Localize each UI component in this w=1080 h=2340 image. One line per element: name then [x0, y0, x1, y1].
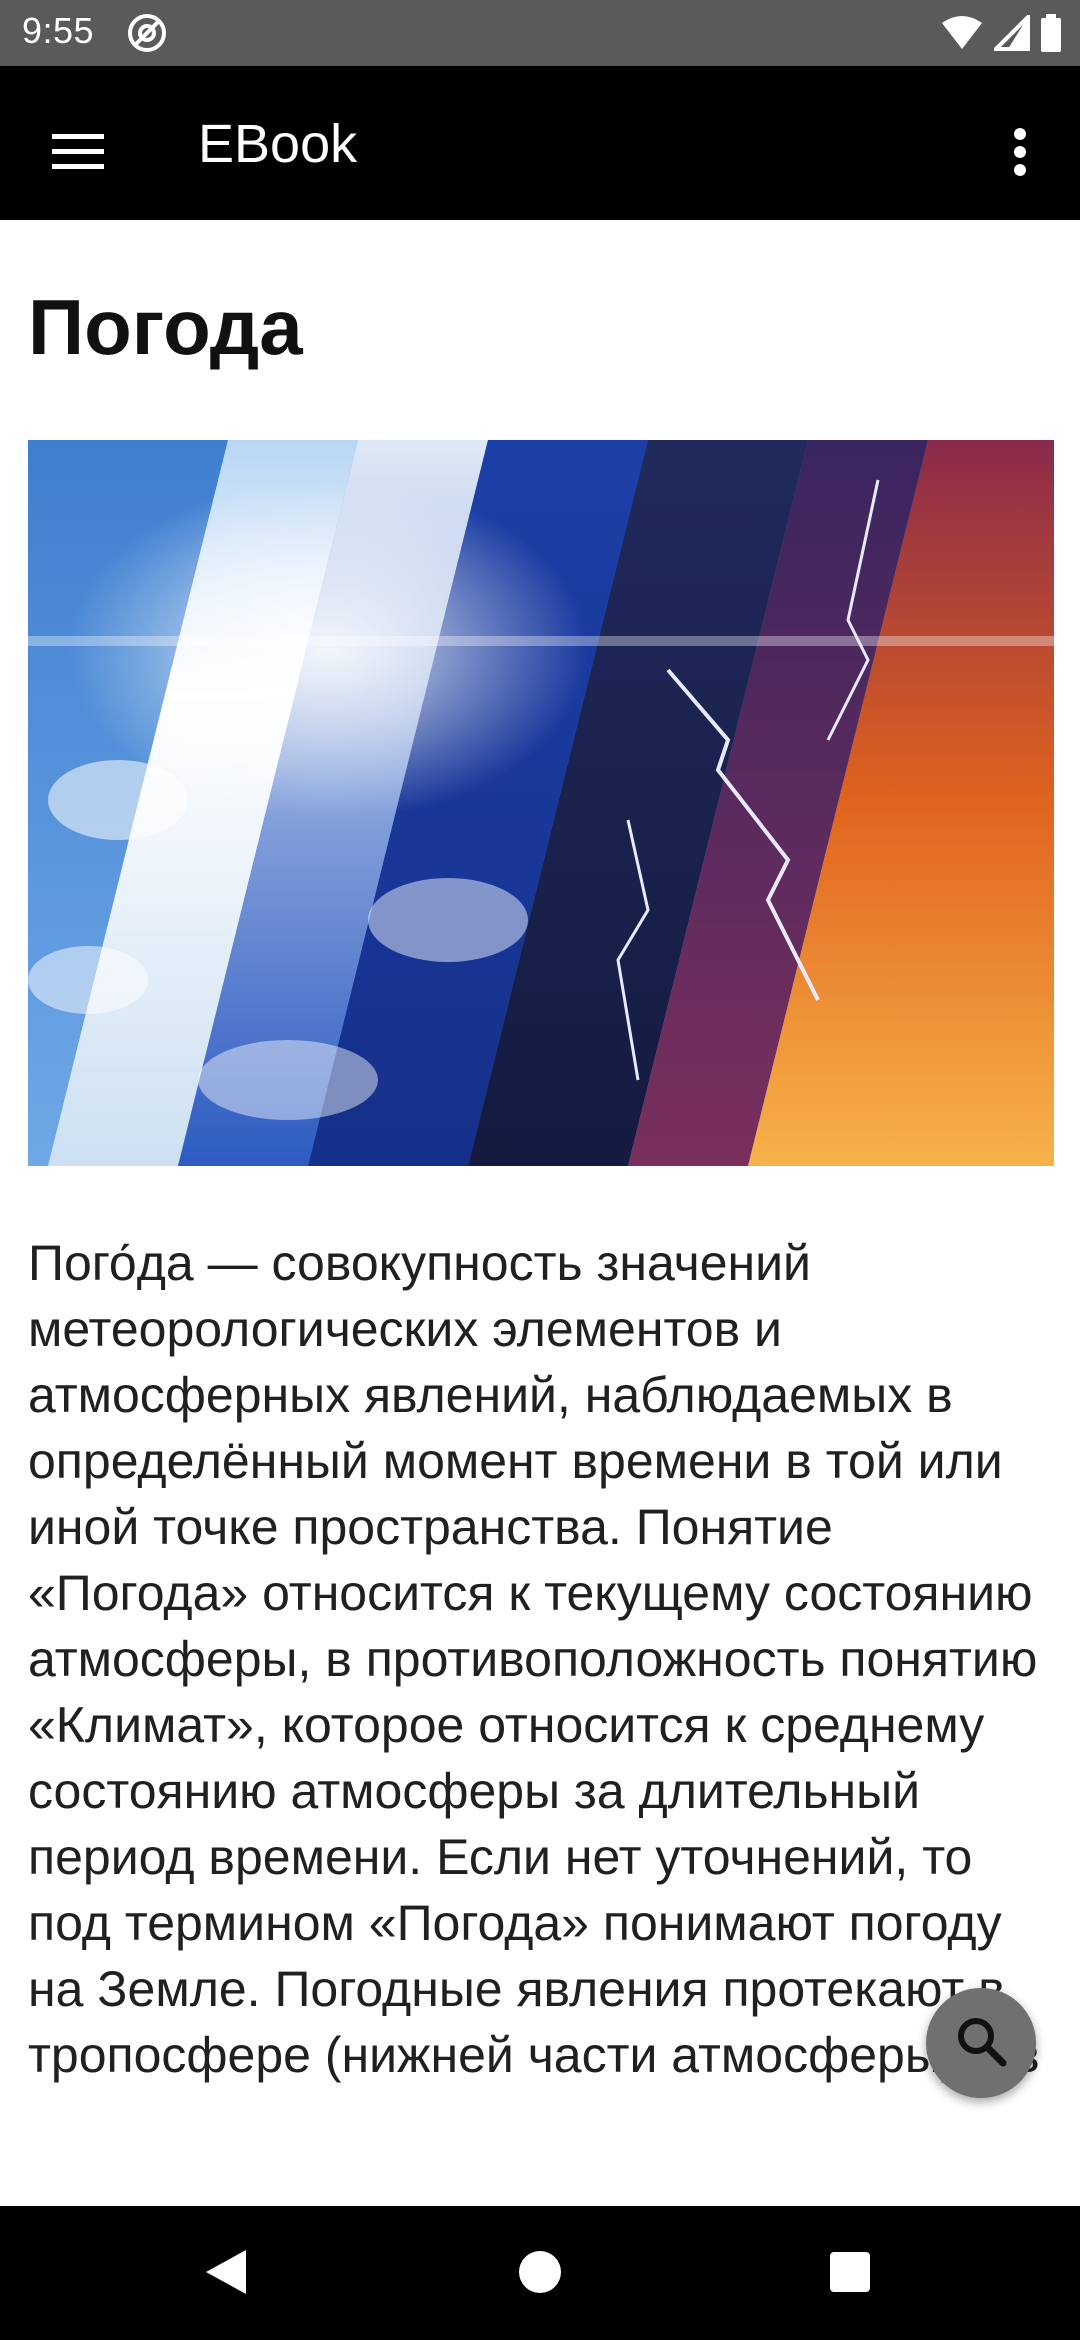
status-icons [940, 12, 1062, 54]
battery-icon [1040, 14, 1062, 52]
home-circle-icon [518, 2250, 562, 2299]
hamburger-menu-icon [50, 132, 106, 177]
article-body: Пого́да — совокупность значений метеорол… [28, 1235, 1040, 2083]
back-triangle-icon [204, 2248, 248, 2301]
menu-button[interactable] [30, 106, 126, 202]
search-fab[interactable] [926, 1988, 1036, 2098]
more-vert-icon [1012, 127, 1028, 181]
navigation-bar [0, 2206, 1080, 2340]
cellular-signal-icon [994, 15, 1030, 51]
app-title: EBook [198, 114, 358, 174]
article-title: Погода [28, 283, 303, 371]
recents-square-icon [829, 2251, 871, 2298]
overflow-menu-button[interactable] [980, 106, 1060, 202]
home-button[interactable] [510, 2244, 570, 2304]
status-time: 9:55 [22, 10, 95, 51]
back-button[interactable] [196, 2244, 256, 2304]
weather-collage-image [28, 440, 1054, 1166]
wifi-icon [940, 15, 984, 51]
article-content[interactable]: Погода Пого́да — совокупность значений м… [0, 220, 1080, 2206]
search-icon [955, 2015, 1007, 2072]
app-bar: EBook [0, 66, 1080, 220]
at-sign-icon [126, 12, 168, 54]
recents-button[interactable] [820, 2244, 880, 2304]
status-bar: 9:55 [0, 0, 1080, 66]
